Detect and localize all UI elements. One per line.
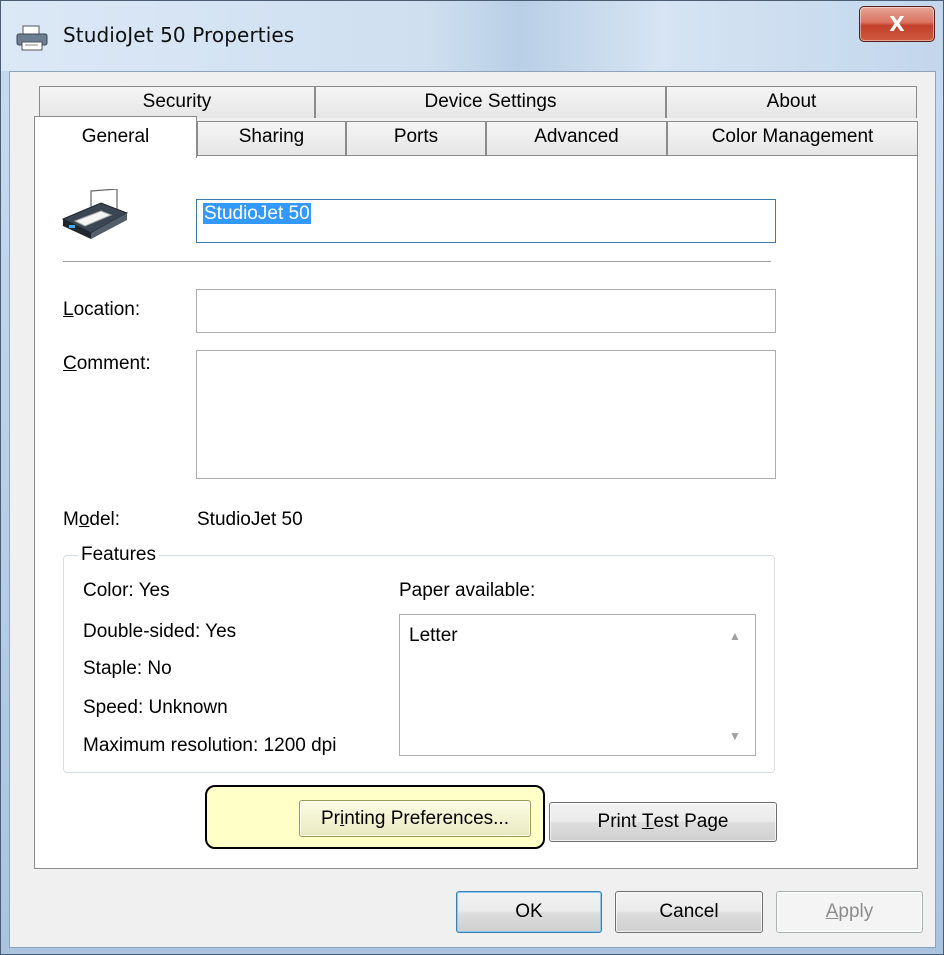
comment-label: Comment: [63,353,151,374]
feature-speed: Speed: Unknown [83,697,228,718]
feature-color: Color: Yes [83,580,170,601]
tab-ports[interactable]: Ports [346,121,486,155]
tab-device-settings[interactable]: Device Settings [315,86,666,118]
location-label: Location: [63,299,141,320]
tab-general[interactable]: General [34,116,197,158]
ok-button[interactable]: OK [456,891,602,933]
printer-icon [16,25,48,51]
printer-name-value: StudioJet 50 [203,203,311,224]
apply-button[interactable]: Apply [776,891,923,933]
model-value: StudioJet 50 [197,509,303,530]
paper-available-label: Paper available: [399,580,536,601]
tab-sharing[interactable]: Sharing [197,121,346,155]
window-title: StudioJet 50 Properties [63,23,295,47]
feature-double-sided: Double-sided: Yes [83,621,237,642]
print-test-page-button[interactable]: Print Test Page [549,802,777,842]
close-button[interactable]: X [859,6,935,42]
divider [63,261,771,263]
printing-preferences-button[interactable]: Pr i nting Preferences... [299,800,531,837]
tab-color-management[interactable]: Color Management [667,121,918,155]
paper-item[interactable]: Letter [409,625,458,647]
feature-staple: Staple: No [83,658,172,679]
printer-name-field[interactable]: StudioJet 50 [196,199,776,243]
location-field[interactable] [196,289,776,333]
scroll-down-icon[interactable]: ▼ [729,729,741,743]
properties-window: StudioJet 50 Properties X Security Devic… [0,0,944,955]
features-title: Features [78,544,159,566]
paper-scrollbar[interactable]: ▲ ▼ [721,615,755,755]
paper-listbox[interactable]: Letter ▲ ▼ [399,614,756,756]
printer-large-icon [61,189,129,239]
title-bar[interactable]: StudioJet 50 Properties X [1,1,943,71]
tab-advanced[interactable]: Advanced [486,121,667,155]
comment-field[interactable] [196,350,776,479]
cancel-button[interactable]: Cancel [615,891,763,933]
feature-max-resolution: Maximum resolution: 1200 dpi [83,735,337,756]
model-label: Model: [63,509,121,530]
scroll-up-icon[interactable]: ▲ [729,629,741,643]
tab-about[interactable]: About [666,86,917,118]
tab-security[interactable]: Security [39,86,315,118]
